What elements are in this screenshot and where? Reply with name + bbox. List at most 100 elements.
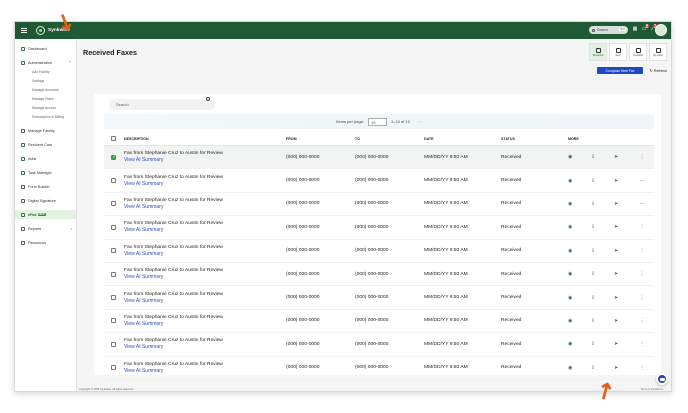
view-ai-summary-link[interactable]: View AI Summary [124,251,286,257]
sidebar-subitem-settings[interactable]: Settings [15,76,76,85]
view-icon[interactable]: ◉ [568,224,591,230]
items-per-page-select[interactable]: 10 [368,117,388,126]
table-row[interactable]: Fax from Stephanie Cruz to Austin for Re… [104,146,654,170]
more-options-icon[interactable]: ⋮ [637,318,647,324]
more-options-icon[interactable]: ⋮ [637,365,647,371]
tab-my-efax[interactable]: My eFax [649,43,667,61]
row-checkbox[interactable] [111,365,116,371]
footer-links[interactable]: Terms & Conditions [641,388,664,391]
tab-received[interactable]: Received [589,43,607,61]
sidebar-item-task-manager[interactable]: Task Manager [15,168,76,177]
view-ai-summary-link[interactable]: View AI Summary [124,274,286,280]
chat-button[interactable] [656,373,668,385]
download-icon[interactable]: ⇩ [591,154,614,160]
forward-icon[interactable]: ➤ [614,178,637,184]
forward-icon[interactable]: ➤ [614,154,637,160]
sidebar-item-emar[interactable]: eMar [15,154,76,163]
global-search-input[interactable]: Search ⌘ K [589,26,628,34]
tab-sent[interactable]: Sent [609,43,627,61]
view-icon[interactable]: ◉ [568,341,591,347]
forward-icon[interactable]: ➤ [614,295,637,301]
row-checkbox[interactable] [111,295,116,301]
download-icon[interactable]: ⇩ [591,295,614,301]
more-options-icon[interactable]: ⋯ [637,201,647,207]
grid-icon[interactable]: ▦ [632,26,638,33]
forward-icon[interactable]: ➤ [614,318,637,324]
sidebar-item-reports[interactable]: Reports › [15,224,76,233]
select-all-checkbox[interactable] [111,136,116,141]
sidebar-item-resident-care[interactable]: Resident Care [15,140,76,149]
view-icon[interactable]: ◉ [568,201,591,207]
download-icon[interactable]: ⇩ [591,224,614,230]
view-icon[interactable]: ◉ [568,271,591,277]
table-row[interactable]: Fax from Stephanie Cruz to Austin for Re… [104,263,654,287]
sidebar-subitem-billing[interactable]: Subscription & Billing [15,112,76,121]
fax-search-input[interactable]: Search [109,99,215,110]
view-ai-summary-link[interactable]: View AI Summary [124,321,286,327]
forward-icon[interactable]: ➤ [614,248,637,254]
view-ai-summary-link[interactable]: View AI Summary [124,157,286,163]
download-icon[interactable]: ⇩ [591,248,614,254]
view-icon[interactable]: ◉ [568,318,591,324]
view-ai-summary-link[interactable]: View AI Summary [124,298,286,304]
table-row[interactable]: Fax from Stephanie Cruz to Austin for Re… [104,216,654,240]
row-checkbox[interactable] [111,154,116,160]
view-ai-summary-link[interactable]: View AI Summary [124,344,286,350]
sidebar-subitem-add-facility[interactable]: Add Facility [15,67,76,76]
table-row[interactable]: Fax from Stephanie Cruz to Austin for Re… [104,169,654,193]
message-icon[interactable]: ▭ 8 [641,24,649,33]
forward-icon[interactable]: ➤ [614,341,637,347]
table-row[interactable]: Fax from Stephanie Cruz to Austin for Re… [104,333,654,357]
tab-contacts[interactable]: Contacts [629,43,647,61]
table-row[interactable]: Fax from Stephanie Cruz to Austin for Re… [104,240,654,263]
table-row[interactable]: Fax from Stephanie Cruz to Austin for Re… [104,286,654,310]
download-icon[interactable]: ⇩ [591,201,614,207]
view-icon[interactable]: ◉ [568,154,591,160]
sidebar-subitem-manage-access[interactable]: Manage Access [15,103,76,112]
forward-icon[interactable]: ➤ [614,271,637,277]
compose-new-fax-button[interactable]: Compose New Fax [597,67,643,74]
view-ai-summary-link[interactable]: View AI Summary [124,204,286,210]
table-row[interactable]: Fax from Stephanie Cruz to Austin for Re… [104,193,654,217]
row-checkbox[interactable] [111,224,116,230]
sidebar-item-administration[interactable]: Administration ⌃ [15,58,76,67]
more-options-icon[interactable]: ⋮ [637,341,647,347]
forward-icon[interactable]: ➤ [614,201,637,207]
user-avatar[interactable] [655,24,667,36]
sidebar-subitem-manage-accounts[interactable]: Manage Accounts [15,85,76,94]
more-options-icon[interactable]: ⋮ [637,224,647,230]
view-ai-summary-link[interactable]: View AI Summary [124,368,286,374]
sidebar-item-form-builder[interactable]: Form Builder [15,182,76,191]
menu-icon[interactable] [21,28,27,33]
download-icon[interactable]: ⇩ [591,271,614,277]
download-icon[interactable]: ⇩ [591,178,614,184]
more-options-icon[interactable]: ⋮ [637,248,647,254]
forward-icon[interactable]: ➤ [614,224,637,230]
view-icon[interactable]: ◉ [568,295,591,301]
row-checkbox[interactable] [111,271,116,277]
download-icon[interactable]: ⇩ [591,365,614,371]
sidebar-item-dashboard[interactable]: Dashboard [15,44,76,53]
forward-icon[interactable]: ➤ [614,365,637,371]
view-ai-summary-link[interactable]: View AI Summary [124,181,286,187]
row-checkbox[interactable] [111,178,116,184]
table-row[interactable]: Fax from Stephanie Cruz to Austin for Re… [104,310,654,334]
more-options-icon[interactable]: ⋯ [637,178,647,184]
view-icon[interactable]: ◉ [568,248,591,254]
sidebar-subitem-manage-roles[interactable]: Manage Roles [15,94,76,103]
more-options-icon[interactable]: ⋮ [637,271,647,277]
download-icon[interactable]: ⇩ [591,318,614,324]
row-checkbox[interactable] [111,201,116,207]
view-icon[interactable]: ◉ [568,178,591,184]
sidebar-item-efax[interactable]: eFax NEW [15,210,76,219]
view-icon[interactable]: ◉ [568,365,591,371]
row-checkbox[interactable] [111,318,116,324]
refresh-button[interactable]: ↻ Refresh [649,68,667,73]
more-options-icon[interactable]: ⋮ [637,295,647,301]
table-row[interactable]: Fax from Stephanie Cruz to Austin for Re… [104,357,654,380]
sidebar-item-digital-signature[interactable]: Digital Signature [15,196,76,205]
more-options-icon[interactable]: ⋮ [637,154,647,160]
pagination-arrows[interactable]: ‹ › [418,119,422,124]
row-checkbox[interactable] [111,341,116,347]
sidebar-item-manage-facility[interactable]: Manage Facility [15,126,76,135]
